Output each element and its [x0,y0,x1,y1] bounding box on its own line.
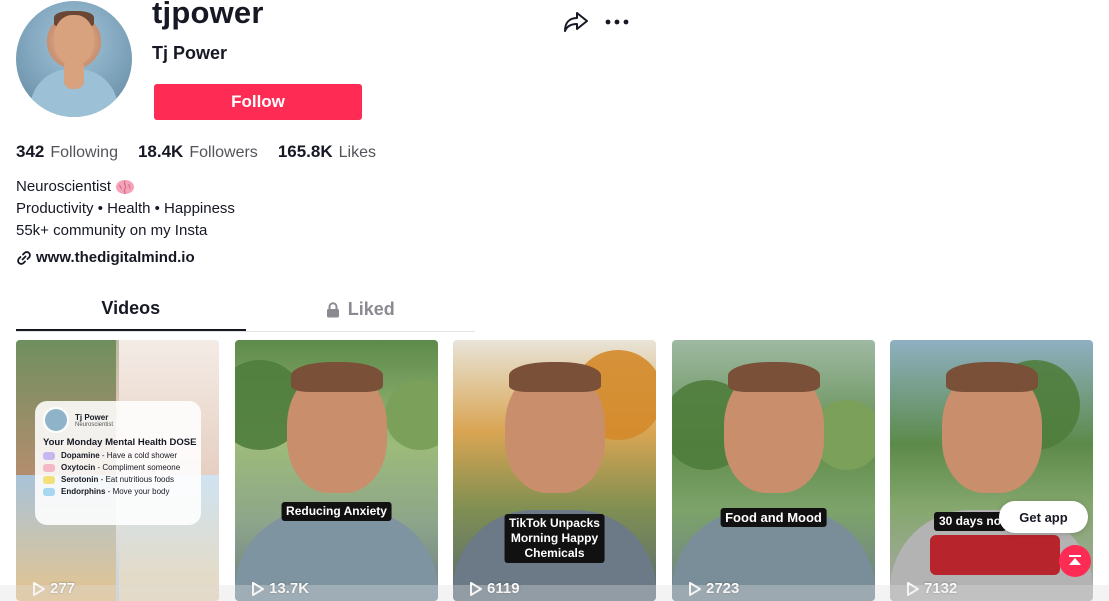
link-icon [17,250,31,265]
dose-row: Serotonin - Eat nutritious foods [43,475,193,484]
thumbnail-hair [728,362,820,392]
video-card[interactable]: Food and Mood 2723 [672,340,875,601]
panel-role: Neuroscientist [75,421,114,428]
dose-text: Have a cold shower [106,451,178,460]
dose-chem: Oxytocin [61,463,96,472]
shirt-print [930,535,1060,575]
bio-line: 55k+ community on my Insta [16,222,208,239]
stat-label: Following [50,144,118,161]
thumbnail-hair [509,362,601,392]
dopamine-icon [43,451,55,460]
stat-value: 18.4K [137,142,184,161]
profile-bio: Neuroscientist Productivity • Health • H… [16,176,235,242]
dose-chem: Endorphins [61,487,106,496]
video-grid: Tj Power Neuroscientist Your Monday Ment… [16,340,1096,601]
bio-line: Productivity • Health • Happiness [16,200,235,217]
avatar-face [54,15,94,65]
more-options-icon[interactable] [604,12,630,32]
brain-emoji-icon [116,180,135,195]
back-to-top-button[interactable] [1059,545,1091,577]
video-card[interactable]: Reducing Anxiety 13.7K [235,340,438,601]
video-caption: 30 days no [934,512,1007,531]
tab-videos[interactable]: Videos [16,296,246,331]
dose-row: Oxytocin - Compliment someone [43,463,193,472]
endorphins-icon [43,487,55,496]
stat-label: Followers [189,144,258,161]
mini-avatar [43,407,69,433]
tab-label: Liked [347,299,395,319]
share-icon[interactable] [563,10,589,34]
stat-value: 342 [16,142,45,161]
profile-tabs: Videos Liked [16,296,475,332]
video-caption: Reducing Anxiety [281,502,392,521]
stat-value: 165.8K [277,142,333,161]
dose-row: Endorphins - Move your body [43,487,193,496]
dose-text: Move your body [112,487,170,496]
dose-text: Eat nutritious foods [105,475,174,484]
video-caption: Food and Mood [720,508,827,527]
bottom-fade [0,585,1109,601]
profile-username: tjpower [152,0,264,30]
video-card[interactable]: TikTok Unpacks Morning Happy Chemicals 6… [453,340,656,601]
dose-chem: Dopamine [61,451,100,460]
profile-nickname: Tj Power [152,43,228,63]
arrow-up-icon [1069,555,1081,565]
tab-label: Videos [101,298,161,318]
panel-name: Tj Power [75,412,109,422]
lock-icon [326,301,339,317]
profile-stats: 342 Following 18.4K Followers 165.8K Lik… [16,142,396,162]
serotonin-icon [43,475,55,484]
profile-link-text: www.thedigitalmind.io [36,249,195,266]
dose-infographic: Tj Power Neuroscientist Your Monday Ment… [35,401,201,525]
dose-row: Dopamine - Have a cold shower [43,451,193,460]
stat-likes: 165.8K Likes [278,142,376,162]
profile-link[interactable]: www.thedigitalmind.io [16,249,195,266]
profile-avatar[interactable] [16,1,132,117]
video-card[interactable]: Tj Power Neuroscientist Your Monday Ment… [16,340,219,601]
follow-button[interactable]: Follow [154,84,362,120]
panel-title: Your Monday Mental Health DOSE [43,437,197,448]
stat-following[interactable]: 342 Following [16,142,118,162]
thumbnail-hair [291,362,383,392]
bio-line: Neuroscientist [16,178,112,195]
dose-chem: Serotonin [61,475,99,484]
oxytocin-icon [43,463,55,472]
get-app-button[interactable]: Get app [999,501,1088,533]
video-caption: TikTok Unpacks Morning Happy Chemicals [504,514,605,563]
thumbnail-hair [946,362,1038,392]
stat-label: Likes [338,144,376,161]
tab-liked[interactable]: Liked [246,296,476,331]
dose-text: Compliment someone [102,463,181,472]
avatar-hands [64,59,84,89]
stat-followers[interactable]: 18.4K Followers [138,142,258,162]
